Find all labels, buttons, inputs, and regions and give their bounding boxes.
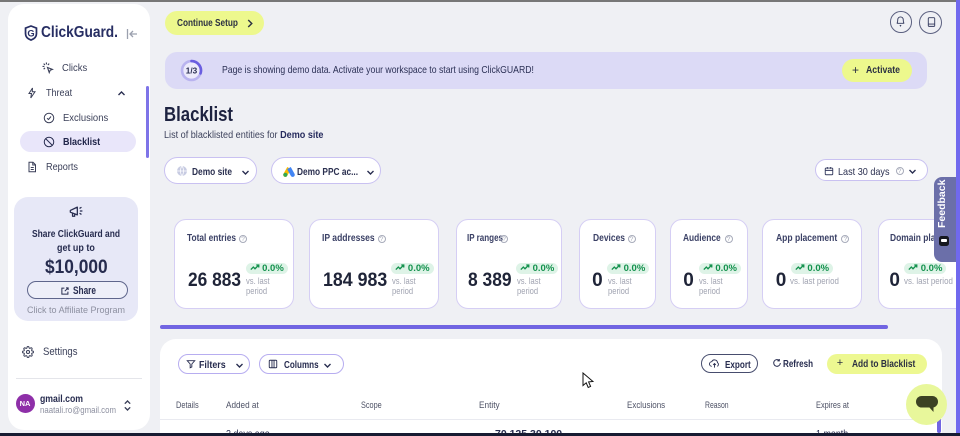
svg-text:G: G bbox=[27, 28, 34, 38]
svg-text:1/3: 1/3 bbox=[186, 67, 198, 76]
